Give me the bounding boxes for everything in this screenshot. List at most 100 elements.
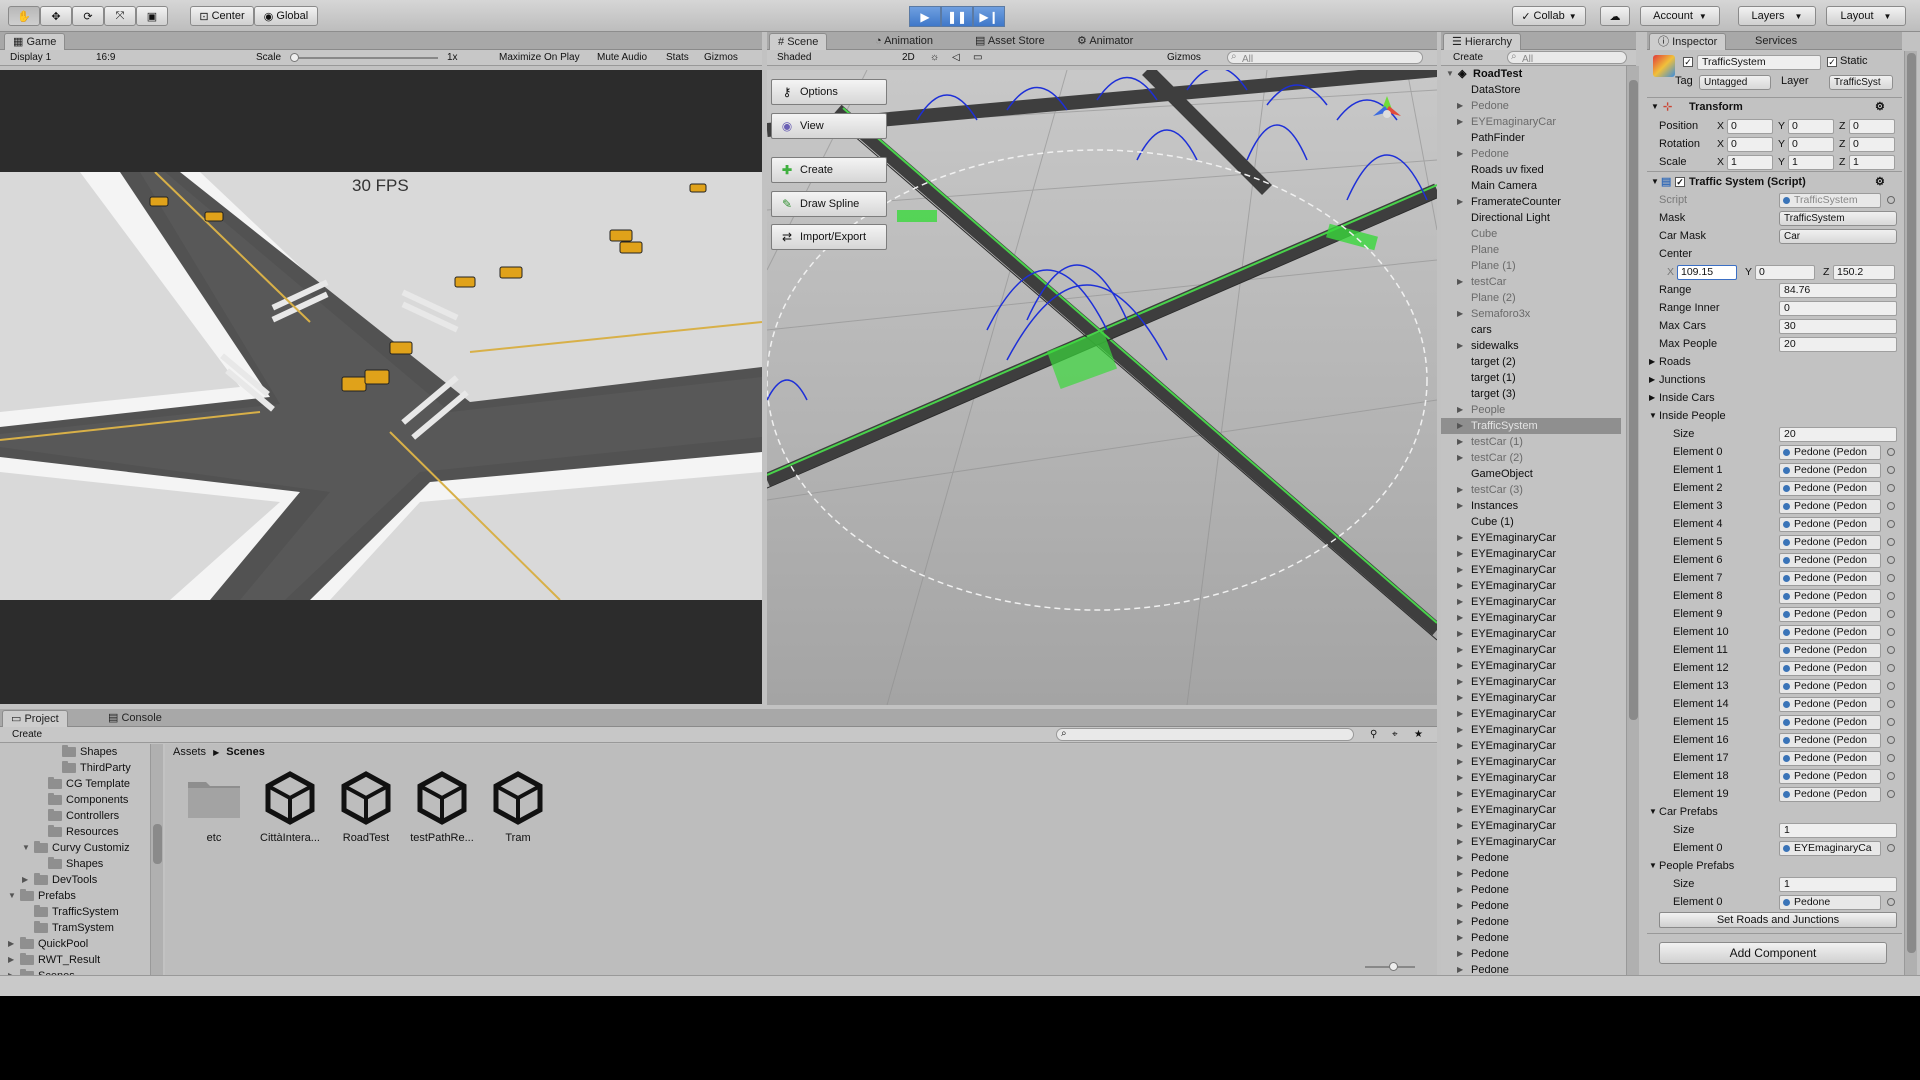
element-object-field[interactable]: Pedone (Pedon [1779, 643, 1881, 658]
junctions-foldout[interactable]: ▶ Junctions [1647, 371, 1902, 389]
chevron-right-icon[interactable]: ▶ [1457, 98, 1463, 114]
project-tree-item[interactable]: Components [36, 792, 128, 808]
mute-audio-toggle[interactable]: Mute Audio [597, 52, 647, 63]
inside-people-size-field[interactable]: 20 [1779, 427, 1897, 442]
target-icon[interactable] [1887, 754, 1895, 762]
transform-z-field[interactable]: 0 [1849, 137, 1895, 152]
display-dropdown[interactable]: Display 1 [10, 52, 51, 63]
project-tree-item[interactable]: ThirdParty [50, 760, 131, 776]
project-tree-item[interactable]: ▶ QuickPool [8, 936, 88, 952]
hierarchy-item[interactable]: ▶ EYEmaginaryCar [1441, 562, 1621, 578]
center-y-field[interactable]: 0 [1755, 265, 1815, 280]
center-z-field[interactable]: 150.2 [1833, 265, 1895, 280]
rect-tool-button[interactable]: ▣ [136, 6, 168, 26]
star-icon[interactable]: ★ [1414, 729, 1423, 740]
hierarchy-item[interactable]: ▶ EYEmaginaryCar [1441, 658, 1621, 674]
tab-inspector[interactable]: ⓘ Inspector [1649, 33, 1727, 50]
chevron-right-icon[interactable]: ▶ [1457, 962, 1463, 975]
hierarchy-item[interactable]: ▶ EYEmaginaryCar [1441, 706, 1621, 722]
component-enabled-checkbox[interactable]: ✓ [1675, 177, 1685, 187]
project-tree-item[interactable]: ▼ Curvy Customiz [22, 840, 130, 856]
target-icon[interactable] [1887, 574, 1895, 582]
chevron-right-icon[interactable]: ▶ [1457, 194, 1463, 210]
chevron-right-icon[interactable]: ▶ [1457, 482, 1463, 498]
chevron-right-icon[interactable]: ▶ [22, 872, 30, 888]
hierarchy-item[interactable]: ▶ Pedone [1441, 898, 1621, 914]
hierarchy-item[interactable]: DataStore [1441, 82, 1621, 98]
hierarchy-item[interactable]: ▶ testCar (1) [1441, 434, 1621, 450]
chevron-right-icon[interactable]: ▶ [1457, 402, 1463, 418]
project-tree-item[interactable]: TrafficSystem [22, 904, 119, 920]
target-icon[interactable] [1887, 502, 1895, 510]
game-gizmos-dropdown[interactable]: Gizmos [704, 52, 738, 63]
set-roads-junctions-button[interactable]: Set Roads and Junctions [1659, 912, 1897, 928]
target-icon[interactable] [1887, 682, 1895, 690]
chevron-down-icon[interactable]: ▼ [8, 888, 16, 904]
hierarchy-item[interactable]: ▶ EYEmaginaryCar [1441, 802, 1621, 818]
hierarchy-item[interactable]: ▶ EYEmaginaryCar [1441, 834, 1621, 850]
hierarchy-item[interactable]: ▶ EYEmaginaryCar [1441, 610, 1621, 626]
layers-dropdown[interactable]: Layers ▼ [1738, 6, 1816, 26]
element-object-field[interactable]: Pedone (Pedon [1779, 607, 1881, 622]
layer-dropdown[interactable]: TrafficSyst [1829, 75, 1893, 90]
draw-spline-button[interactable]: ✎ Draw Spline [771, 191, 887, 217]
options-button[interactable]: ⚷ Options [771, 79, 887, 105]
static-checkbox[interactable]: ✓ [1827, 57, 1837, 67]
chevron-right-icon[interactable]: ▶ [1457, 418, 1463, 434]
icon-size-slider[interactable] [1365, 962, 1415, 971]
gear-icon[interactable]: ⚙ [1875, 98, 1885, 116]
hierarchy-item[interactable]: ▶ Pedone [1441, 914, 1621, 930]
hierarchy-item[interactable]: ▶ Instances [1441, 498, 1621, 514]
target-icon[interactable] [1887, 466, 1895, 474]
target-icon[interactable] [1887, 772, 1895, 780]
effects-icon[interactable]: ▭ [973, 52, 982, 63]
audio-icon[interactable]: ◁ [952, 52, 960, 63]
inside-people-foldout[interactable]: ▼ Inside People [1647, 407, 1902, 425]
step-button[interactable]: ▶❙ [973, 6, 1005, 27]
asset-scene[interactable]: Tram [482, 770, 554, 852]
tab-console[interactable]: ▤ Console [100, 710, 170, 727]
hierarchy-item[interactable]: ▶ EYEmaginaryCar [1441, 738, 1621, 754]
people-prefabs-size-field[interactable]: 1 [1779, 877, 1897, 892]
chevron-right-icon[interactable]: ▶ [1457, 610, 1463, 626]
hierarchy-search-input[interactable]: ⌕ All [1507, 51, 1627, 65]
scale-slider[interactable] [290, 53, 438, 62]
hierarchy-item[interactable]: Main Camera [1441, 178, 1621, 194]
project-tree-item[interactable]: Shapes [50, 744, 117, 760]
create-button[interactable]: ✚ Create [771, 157, 887, 183]
stats-toggle[interactable]: Stats [666, 52, 689, 63]
element-object-field[interactable]: Pedone (Pedon [1779, 787, 1881, 802]
hierarchy-scroll-thumb[interactable] [1629, 80, 1638, 720]
element-object-field[interactable]: Pedone (Pedon [1779, 571, 1881, 586]
target-icon[interactable] [1887, 736, 1895, 744]
transform-x-field[interactable]: 1 [1727, 155, 1773, 170]
object-name-field[interactable]: TrafficSystem [1697, 55, 1821, 70]
scene-gizmos-dropdown[interactable]: Gizmos [1167, 52, 1201, 63]
transform-y-field[interactable]: 0 [1788, 119, 1834, 134]
import-export-button[interactable]: ⇄ Import/Export [771, 224, 887, 250]
people-prefabs-foldout[interactable]: ▼ People Prefabs [1647, 857, 1902, 875]
space-global-button[interactable]: ◉ Global [254, 6, 318, 26]
chevron-right-icon[interactable]: ▶ [1457, 562, 1463, 578]
transform-y-field[interactable]: 1 [1788, 155, 1834, 170]
hierarchy-item[interactable]: ▶ EYEmaginaryCar [1441, 578, 1621, 594]
hierarchy-item[interactable]: ▶ Pedone [1441, 866, 1621, 882]
chevron-right-icon[interactable]: ▶ [1457, 658, 1463, 674]
hierarchy-item[interactable]: ▶ Pedone [1441, 98, 1621, 114]
hierarchy-item[interactable]: ▶ People [1441, 402, 1621, 418]
chevron-right-icon[interactable]: ▶ [1457, 594, 1463, 610]
hierarchy-item[interactable]: Plane [1441, 242, 1621, 258]
chevron-right-icon[interactable]: ▶ [1457, 738, 1463, 754]
target-icon[interactable] [1887, 448, 1895, 456]
element-object-field[interactable]: Pedone (Pedon [1779, 697, 1881, 712]
tree-scrollbar[interactable] [150, 744, 163, 975]
asset-scene[interactable]: RoadTest [330, 770, 402, 852]
chevron-right-icon[interactable]: ▶ [1457, 882, 1463, 898]
hierarchy-item[interactable]: ▶ Pedone [1441, 882, 1621, 898]
chevron-right-icon[interactable]: ▶ [1457, 898, 1463, 914]
range-inner-field[interactable]: 0 [1779, 301, 1897, 316]
hierarchy-item[interactable]: ▶ TrafficSystem [1441, 418, 1621, 434]
hierarchy-item[interactable]: Plane (2) [1441, 290, 1621, 306]
hierarchy-item[interactable]: ▶ EYEmaginaryCar [1441, 114, 1621, 130]
element-object-field[interactable]: Pedone (Pedon [1779, 481, 1881, 496]
